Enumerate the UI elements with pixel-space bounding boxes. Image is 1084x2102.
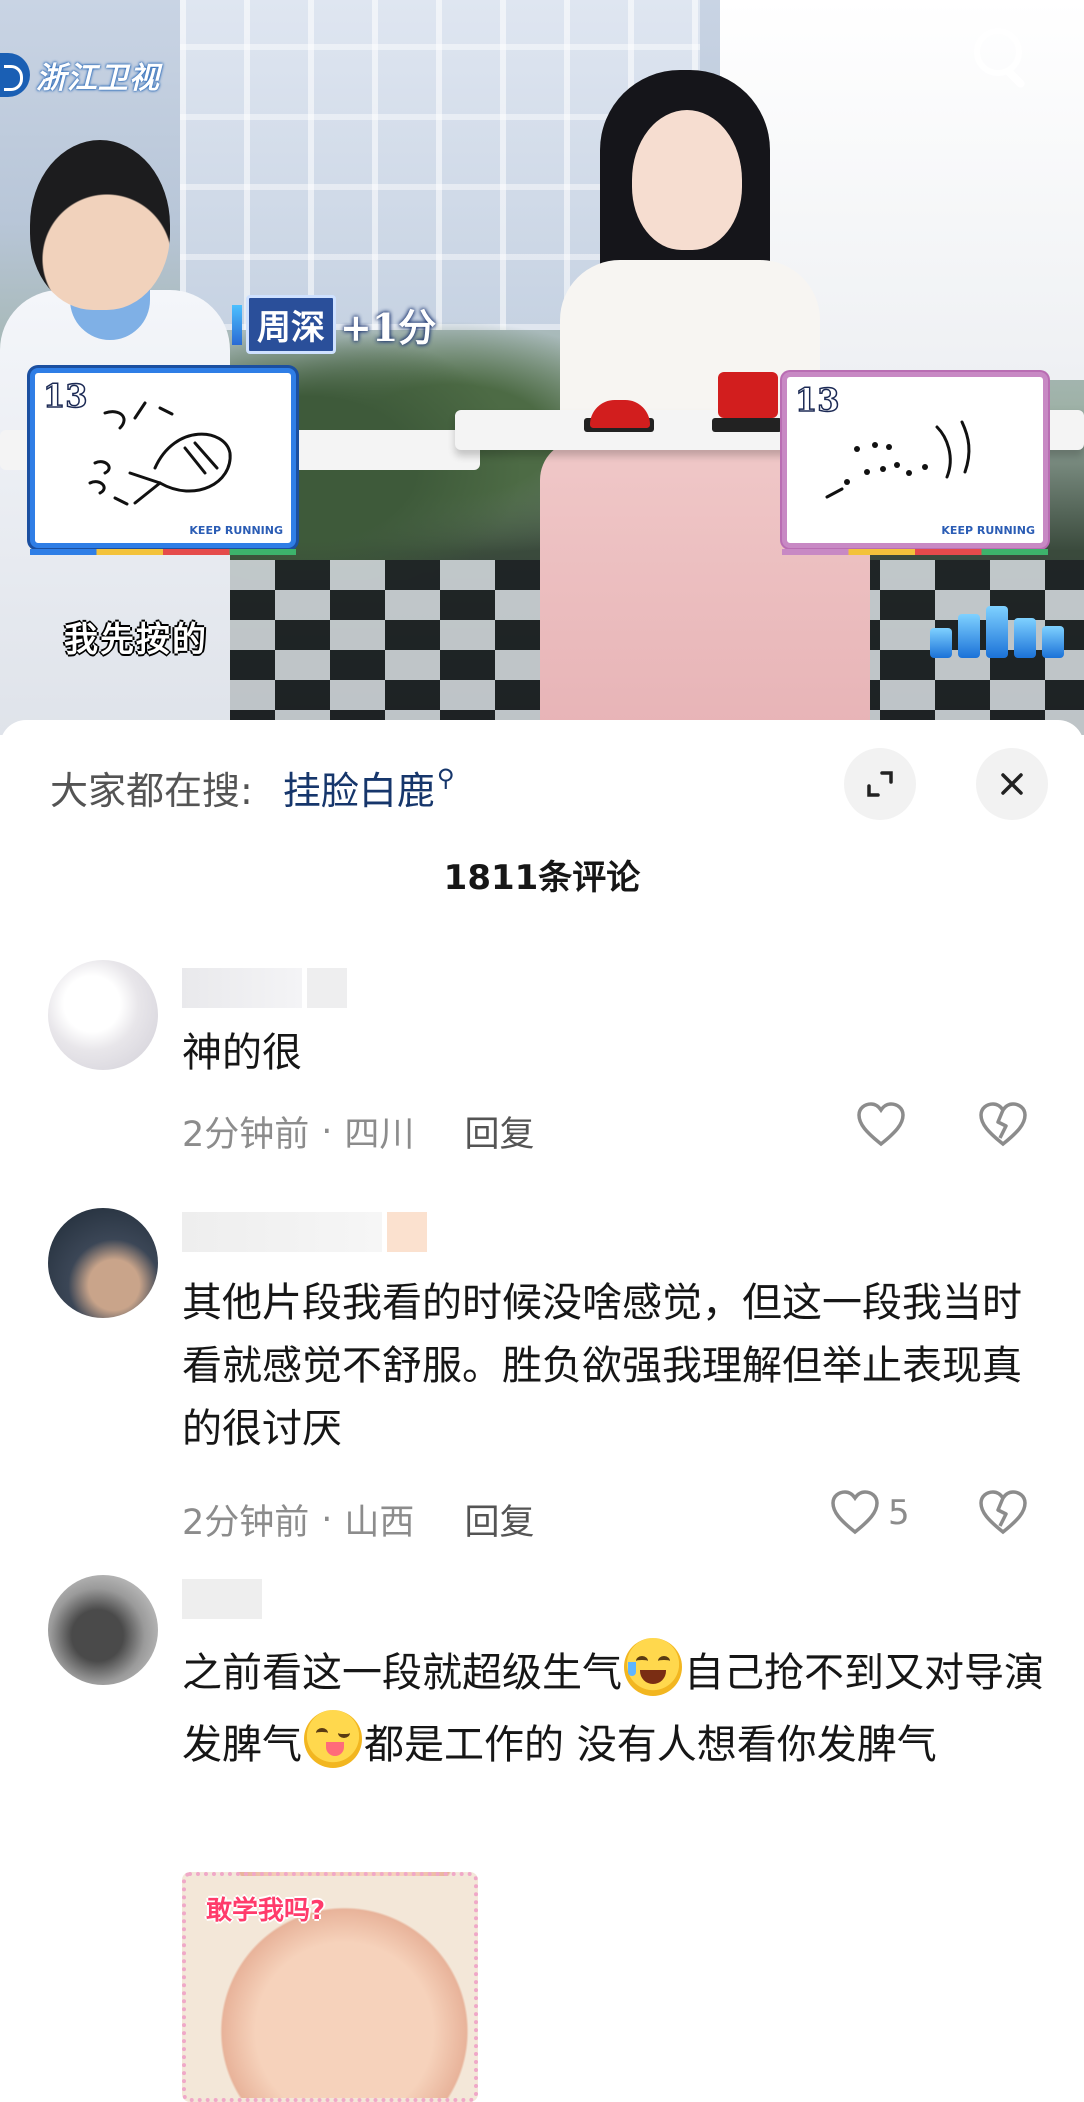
comment-location: 山西 xyxy=(344,1503,415,1543)
avatar[interactable] xyxy=(48,1208,158,1318)
heart-icon xyxy=(857,1102,905,1147)
comment-meta: 2分钟前 · 四川 回复 xyxy=(182,1106,534,1157)
reply-button[interactable]: 回复 xyxy=(464,1494,534,1545)
meta-separator: · xyxy=(321,1111,333,1152)
score-bar-icon xyxy=(232,304,242,345)
like-count: 5 xyxy=(888,1493,910,1533)
drawing-card-right: 13 KEEP RUNNING xyxy=(782,372,1048,555)
laughing-crying-emoji-icon xyxy=(624,1638,682,1696)
like-button[interactable]: 5 xyxy=(830,1490,910,1536)
close-icon xyxy=(1001,773,1023,795)
trending-keyword[interactable]: 挂脸白鹿 xyxy=(283,760,435,815)
comment-text: 神的很 xyxy=(182,1030,302,1076)
expand-icon xyxy=(867,771,893,797)
dislike-button[interactable] xyxy=(978,1102,1028,1148)
program-logo-icon xyxy=(930,600,1076,658)
username-blurred[interactable] xyxy=(182,1579,262,1623)
video-player[interactable]: 浙江卫视 周深 +1分 13 KEEP RUNNING 13 KEEP RUNN… xyxy=(0,0,1084,735)
comment-text: 之前看这一段就超级生气 自己抢不到又对导演发脾气 都是工作的 没有人想看你发脾气 xyxy=(182,1637,1052,1781)
trending-search[interactable]: 大家都在搜: 挂脸白鹿 ⚲ xyxy=(50,760,454,814)
trending-label: 大家都在搜: xyxy=(50,768,253,813)
comment-count: 1811条评论 xyxy=(443,858,641,898)
channel-logo: 浙江卫视 xyxy=(0,48,160,102)
comment-meta: 2分钟前 · 山西 回复 xyxy=(182,1494,534,1545)
video-subtitle: 我先按的 xyxy=(64,620,208,660)
fish-sketch xyxy=(88,401,232,506)
dots-sketch xyxy=(825,420,971,499)
sticker-caption: 敢学我吗? xyxy=(206,1896,326,1926)
meta-separator: · xyxy=(321,1499,333,1540)
heart-icon xyxy=(831,1490,879,1535)
comment-sheet: 大家都在搜: 挂脸白鹿 ⚲ 1811条评论 神的很 2分钟前 · 四川 回复 其… xyxy=(0,720,1084,2102)
like-button[interactable] xyxy=(856,1102,914,1148)
buzzer-base xyxy=(712,418,782,432)
search-icon: ⚲ xyxy=(436,764,455,792)
drawing-card-left: 13 KEEP RUNNING xyxy=(30,368,296,555)
username-blurred[interactable] xyxy=(182,968,348,1012)
score-name: 周深 xyxy=(246,295,336,354)
comment-text: 其他片段我看的时候没啥感觉，但这一段我当时看就感觉不舒服。胜负欲强我理解但举止表… xyxy=(182,1280,1022,1452)
broken-heart-icon xyxy=(979,1490,1027,1535)
comment-location: 四川 xyxy=(344,1115,415,1155)
comment-time: 2分钟前 xyxy=(182,1503,310,1543)
buzzer xyxy=(718,372,778,418)
username-blurred[interactable] xyxy=(182,1212,428,1256)
expand-button[interactable] xyxy=(844,748,916,820)
broken-heart-icon xyxy=(979,1102,1027,1147)
reply-button[interactable]: 回复 xyxy=(464,1106,534,1157)
score-tag: 周深 +1分 xyxy=(232,295,436,354)
sticker-image[interactable]: 敢学我吗? xyxy=(182,1872,478,2102)
avatar[interactable] xyxy=(48,1575,158,1685)
close-button[interactable] xyxy=(976,748,1048,820)
score-points: +1分 xyxy=(340,305,437,350)
search-icon[interactable] xyxy=(970,24,1032,90)
zjtv-logo-icon xyxy=(0,53,30,97)
winking-tongue-emoji-icon xyxy=(304,1710,362,1768)
dislike-button[interactable] xyxy=(978,1490,1028,1536)
comment-time: 2分钟前 xyxy=(182,1115,310,1155)
avatar[interactable] xyxy=(48,960,158,1070)
